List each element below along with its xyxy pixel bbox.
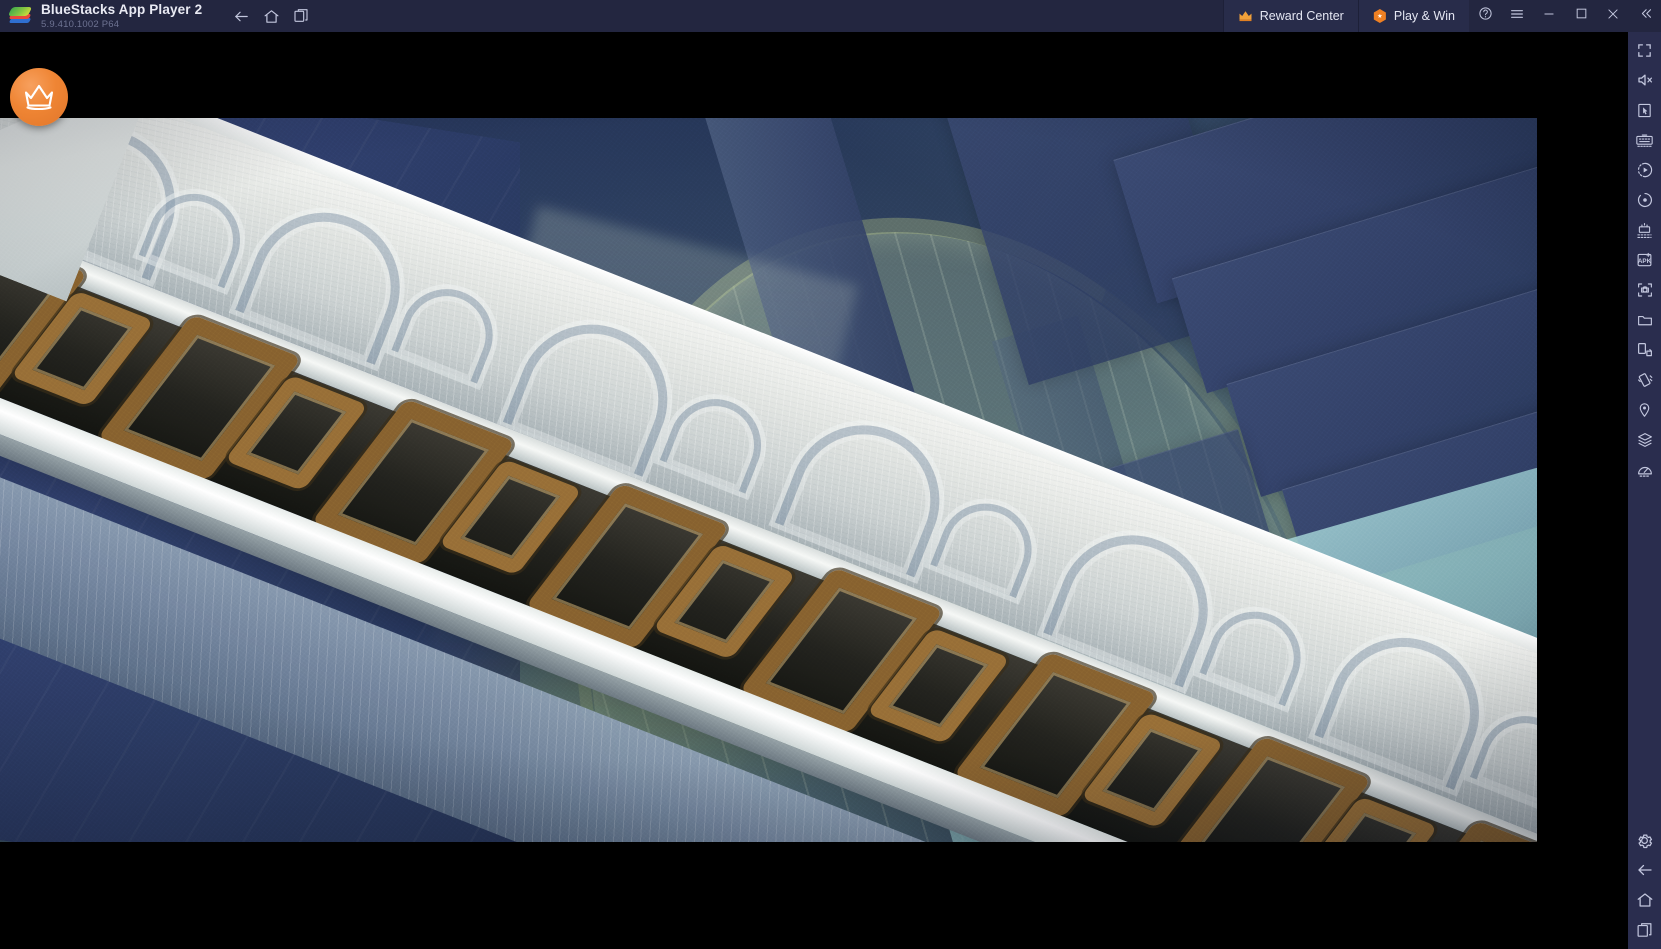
chevrons-left-icon <box>1638 6 1653 26</box>
arrow-left-icon <box>233 8 250 25</box>
crown-icon <box>1238 10 1253 22</box>
app-version: 5.9.410.1002 P64 <box>41 18 120 30</box>
android-screen[interactable] <box>0 32 1537 949</box>
app-title: BlueStacks App Player 2 <box>41 2 203 17</box>
arrow-left-icon <box>1636 861 1654 879</box>
maximize-icon <box>1575 7 1588 25</box>
record-dot-icon <box>1636 191 1654 209</box>
cursor-mode-button[interactable] <box>1628 95 1661 125</box>
menu-button[interactable] <box>1501 0 1533 32</box>
speaker-mute-icon <box>1636 71 1654 89</box>
mute-button[interactable] <box>1628 65 1661 95</box>
window-controls-group <box>1469 0 1661 32</box>
speedometer-icon <box>1636 462 1654 479</box>
location-button[interactable] <box>1628 395 1661 425</box>
layers-icon <box>1636 431 1654 449</box>
bluestacks-logo-icon <box>7 6 33 26</box>
home-button[interactable] <box>256 0 286 32</box>
minimize-button[interactable] <box>1533 0 1565 32</box>
shake-button[interactable] <box>1628 365 1661 395</box>
reward-crown-badge[interactable] <box>10 68 68 126</box>
play-and-win-button[interactable]: Play & Win <box>1357 0 1469 32</box>
recent-apps-button[interactable] <box>286 0 316 32</box>
svg-text:APK: APK <box>1638 258 1652 265</box>
multi-instance-button[interactable] <box>1628 215 1661 245</box>
coin-icon <box>1373 9 1386 23</box>
crown-badge-icon <box>22 83 56 111</box>
reward-center-label: Reward Center <box>1259 9 1344 23</box>
fullscreen-icon <box>1636 42 1653 59</box>
reward-center-button[interactable]: Reward Center <box>1222 0 1358 32</box>
location-pin-icon <box>1636 401 1653 419</box>
rotate-screen-icon <box>1636 341 1654 359</box>
multi-window-icon <box>293 8 309 24</box>
bluestacks-window: BlueStacks App Player 2 5.9.410.1002 P64 <box>0 0 1661 949</box>
gear-icon <box>1635 831 1654 850</box>
letterbox-bottom <box>0 842 1537 949</box>
screenshot-camera-icon <box>1636 281 1654 299</box>
home-icon <box>1636 891 1654 909</box>
macro-play-icon <box>1636 161 1654 179</box>
titlebar-nav-group <box>226 0 316 32</box>
minimize-icon <box>1542 7 1556 26</box>
hamburger-icon <box>1509 6 1525 27</box>
android-home-button[interactable] <box>1628 885 1661 915</box>
keyboard-icon <box>1635 132 1654 149</box>
shake-phone-icon <box>1636 371 1654 389</box>
letterbox-top <box>0 32 1537 118</box>
pointer-icon <box>1636 102 1653 119</box>
scene-vignette <box>0 118 1537 842</box>
game-controls-button[interactable] <box>1628 125 1661 155</box>
play-and-win-label: Play & Win <box>1393 9 1455 23</box>
macro-recorder-button[interactable] <box>1628 155 1661 185</box>
apk-install-icon: APK <box>1635 251 1654 269</box>
collapse-button[interactable] <box>1629 0 1661 32</box>
folder-icon <box>1636 312 1654 329</box>
layers-button[interactable] <box>1628 425 1661 455</box>
android-back-button[interactable] <box>1628 855 1661 885</box>
home-icon <box>263 8 280 25</box>
rotate-screen-button[interactable] <box>1628 335 1661 365</box>
question-circle-icon <box>1478 6 1493 26</box>
performance-button[interactable] <box>1628 455 1661 485</box>
tool-sidebar: APK <box>1628 32 1661 949</box>
settings-button[interactable] <box>1628 825 1661 855</box>
fullscreen-button[interactable] <box>1628 35 1661 65</box>
maximize-button[interactable] <box>1565 0 1597 32</box>
install-apk-button[interactable]: APK <box>1628 245 1661 275</box>
media-manager-button[interactable] <box>1628 305 1661 335</box>
sidebar-bottom-tools <box>1628 825 1661 949</box>
script-button[interactable] <box>1628 185 1661 215</box>
android-recents-button[interactable] <box>1628 915 1661 945</box>
close-icon <box>1606 7 1620 26</box>
window-title-block: BlueStacks App Player 2 5.9.410.1002 P64 <box>41 3 202 29</box>
title-bar: BlueStacks App Player 2 5.9.410.1002 P64 <box>0 0 1661 32</box>
help-button[interactable] <box>1469 0 1501 32</box>
close-button[interactable] <box>1597 0 1629 32</box>
multi-window-icon <box>1636 922 1653 939</box>
sidebar-top-tools: APK <box>1628 32 1661 485</box>
back-button[interactable] <box>226 0 256 32</box>
screenshot-button[interactable] <box>1628 275 1661 305</box>
multi-instance-icon <box>1635 222 1654 239</box>
game-viewport[interactable] <box>0 118 1537 842</box>
